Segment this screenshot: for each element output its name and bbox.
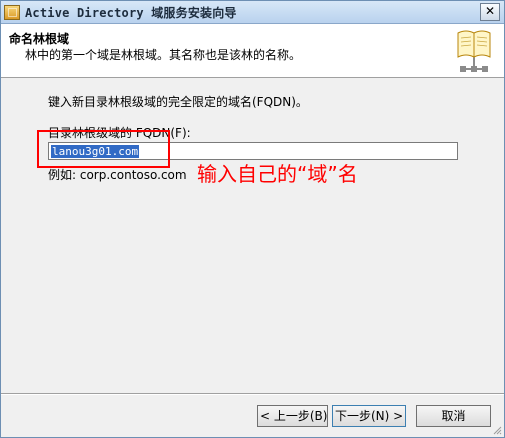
directory-book-icon: [457, 30, 491, 72]
highlight-box: [37, 130, 170, 168]
example-text: 例如: corp.contoso.com: [48, 168, 187, 182]
wizard-content: 键入新目录林根级域的完全限定的域名(FQDN)。 目录林根级域的 FQDN(F)…: [1, 78, 504, 393]
page-title: 命名林根域: [9, 32, 70, 46]
page-subtitle: 林中的第一个域是林根域。其名称也是该林的名称。: [25, 48, 302, 62]
cancel-button[interactable]: 取消: [416, 405, 491, 427]
button-separator: [1, 393, 504, 395]
close-button[interactable]: ✕: [480, 3, 500, 21]
window-title: Active Directory 域服务安装向导: [25, 6, 237, 20]
app-icon: [4, 5, 20, 20]
back-button[interactable]: < 上一步(B): [257, 405, 328, 427]
annotation-text: 输入自己的“域”名: [197, 162, 358, 186]
title-bar[interactable]: Active Directory 域服务安装向导 ✕: [1, 1, 504, 24]
intro-text: 键入新目录林根级域的完全限定的域名(FQDN)。: [48, 95, 308, 109]
wizard-header: 命名林根域 林中的第一个域是林根域。其名称也是该林的名称。: [1, 24, 504, 78]
next-button[interactable]: 下一步(N) >: [332, 405, 406, 427]
resize-grip-icon[interactable]: [492, 425, 502, 435]
wizard-window: Active Directory 域服务安装向导 ✕ 命名林根域 林中的第一个域…: [0, 0, 505, 438]
